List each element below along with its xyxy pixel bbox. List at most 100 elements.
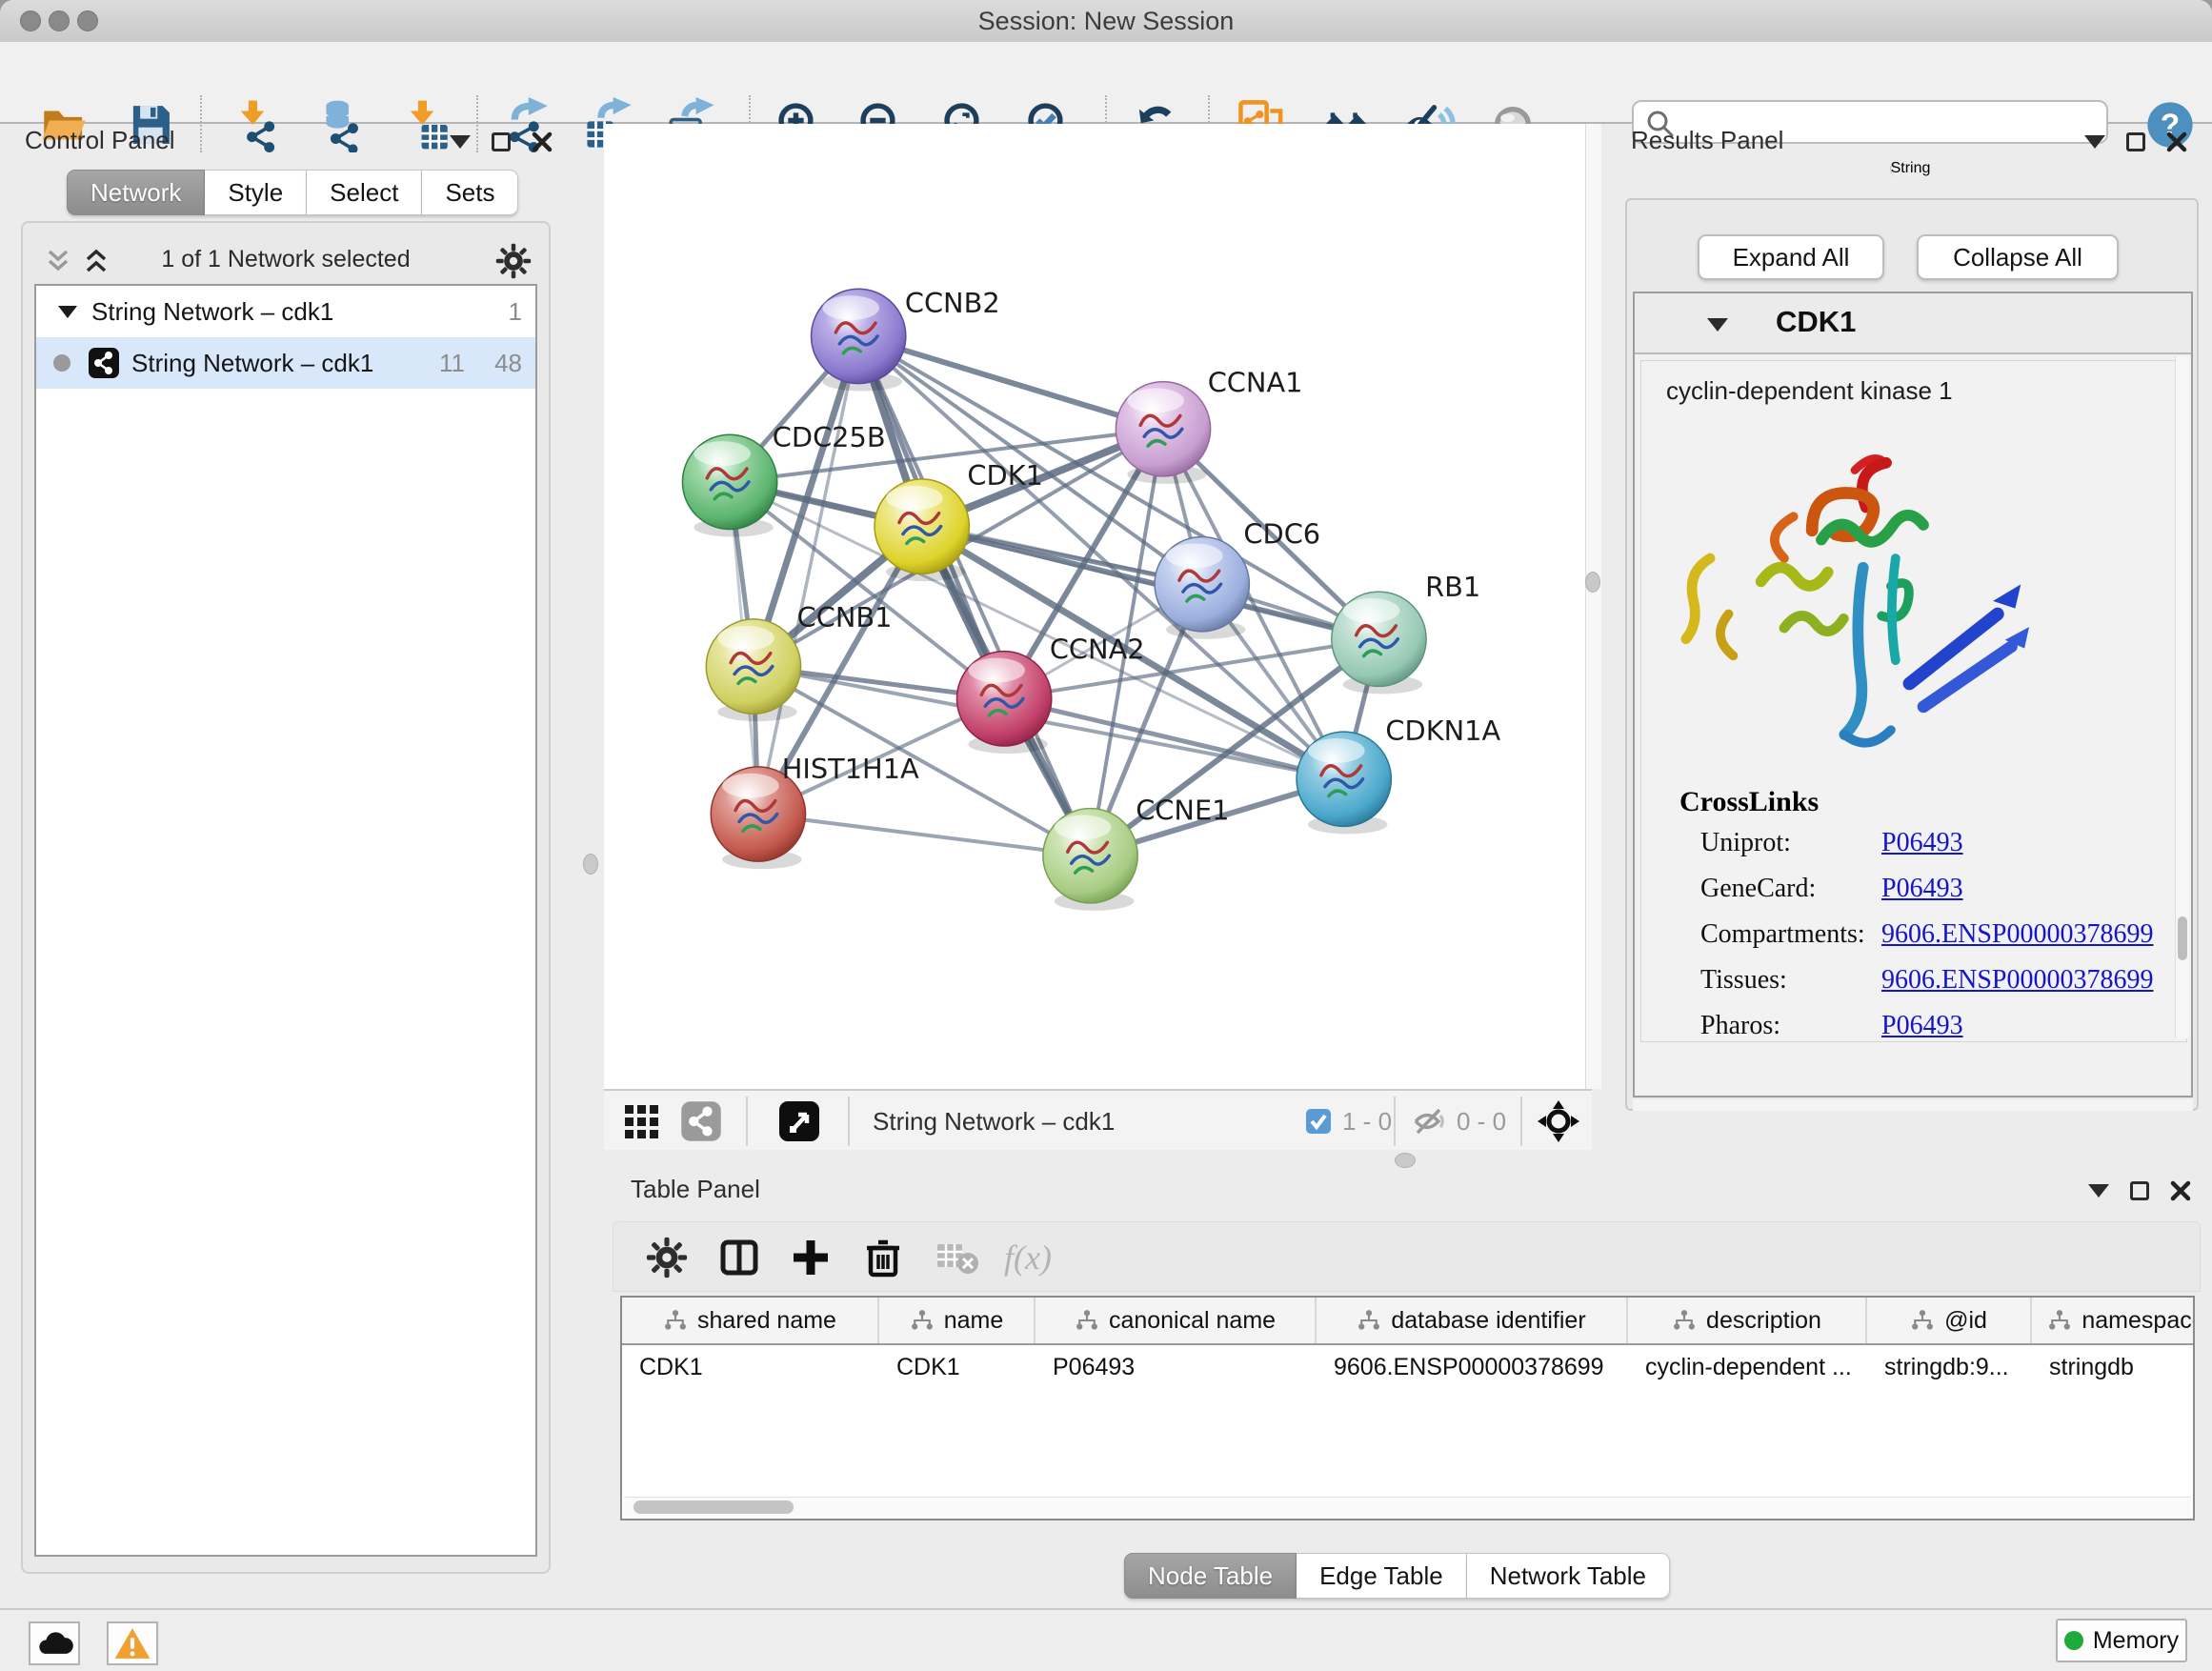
network-share-view-icon[interactable] xyxy=(680,1098,722,1144)
node-label-CCNA2: CCNA2 xyxy=(1050,634,1145,666)
splitter-handle-left[interactable] xyxy=(583,854,598,875)
center-view-icon[interactable] xyxy=(1536,1098,1581,1144)
crosslink-row: Uniprot:P06493 xyxy=(1700,828,2186,858)
crosslink-link[interactable]: P06493 xyxy=(1881,874,1963,904)
function-builder-icon: f(x) xyxy=(999,1230,1056,1285)
crosslink-row: GeneCard:P06493 xyxy=(1700,874,2186,904)
string-results-box: Expand All Collapse All CDK1 cyclin-depe… xyxy=(1625,198,2199,1111)
collection-count: 1 xyxy=(509,297,522,327)
tab-network[interactable]: Network xyxy=(67,170,205,215)
add-column-icon[interactable] xyxy=(782,1230,839,1285)
grid-view-icon[interactable] xyxy=(621,1098,661,1144)
edge-CCNB2-HIST1H1A[interactable] xyxy=(758,336,858,815)
table-cell: stringdb xyxy=(2032,1354,2195,1381)
panel-close-icon[interactable] xyxy=(2170,1180,2191,1201)
show-columns-icon[interactable] xyxy=(711,1230,768,1285)
panel-menu-icon[interactable] xyxy=(2084,135,2105,149)
memory-button[interactable]: Memory xyxy=(2056,1619,2187,1662)
warning-icon xyxy=(113,1626,151,1661)
table-cell: CDK1 xyxy=(879,1354,1036,1381)
edge-HIST1H1A-CCNE1[interactable] xyxy=(758,815,1091,856)
network-label: String Network – cdk1 xyxy=(131,349,373,378)
tab-network-table[interactable]: Network Table xyxy=(1467,1553,1670,1599)
tab-style[interactable]: Style xyxy=(205,170,307,215)
column-header-canonical-name[interactable]: canonical name xyxy=(1036,1298,1317,1343)
node-label-CDC25B: CDC25B xyxy=(773,421,886,453)
table-panel-tabs: Node TableEdge TableNetwork Table xyxy=(1124,1553,1670,1599)
table-panel: Table Panel f(x) xyxy=(604,1165,2212,1601)
panel-close-icon[interactable] xyxy=(532,131,553,152)
results-scrollbar[interactable] xyxy=(2175,356,2189,1038)
network-selection-status: 1 of 1 Network selected xyxy=(23,246,549,273)
string-network-graph[interactable]: CCNB2CCNA1CDC25BCDK1CDC6RB1CCNB1CCNA2CDK… xyxy=(604,124,1585,1089)
table-cell: 9606.ENSP00000378699 xyxy=(1317,1354,1628,1381)
table-hscroll-thumb[interactable] xyxy=(633,1500,794,1514)
crosslink-link[interactable]: 9606.ENSP00000378699 xyxy=(1881,919,2153,950)
tab-edge-table[interactable]: Edge Table xyxy=(1297,1553,1467,1599)
crosslink-row: Tissues:9606.ENSP00000378699 xyxy=(1700,965,2186,996)
network-manager: 1 of 1 Network selected String Network –… xyxy=(21,221,551,1574)
network-edge-count: 48 xyxy=(494,349,522,378)
results-hscrollbar[interactable] xyxy=(1633,1099,2193,1111)
table-settings-gear-icon[interactable] xyxy=(638,1230,695,1285)
collection-expand-icon[interactable] xyxy=(57,303,78,320)
protein-structure-image xyxy=(1668,419,2186,776)
network-view-canvas[interactable]: CCNB2CCNA1CDC25BCDK1CDC6RB1CCNB1CCNA2CDK… xyxy=(604,124,1585,1089)
network-options-gear-icon[interactable] xyxy=(495,243,532,279)
column-header-@id[interactable]: @id xyxy=(1867,1298,2032,1343)
birds-eye-view-icon[interactable] xyxy=(777,1098,821,1144)
network-view-toolbar: String Network – cdk1 1 - 0 0 - 0 xyxy=(604,1089,1592,1150)
crosslinks-heading: CrossLinks xyxy=(1679,786,2186,818)
crosslink-link[interactable]: P06493 xyxy=(1881,828,1963,858)
column-header-namespace[interactable]: namespace xyxy=(2032,1298,2195,1343)
tab-select[interactable]: Select xyxy=(307,170,422,215)
delete-column-icon[interactable] xyxy=(855,1230,912,1285)
tab-node-table[interactable]: Node Table xyxy=(1124,1553,1297,1599)
panel-float-icon[interactable] xyxy=(492,132,511,151)
network-row[interactable]: String Network – cdk1 11 48 xyxy=(36,337,535,389)
node-label-RB1: RB1 xyxy=(1425,571,1480,603)
panel-splitter-vertical[interactable] xyxy=(1585,124,1601,1089)
column-header-shared-name[interactable]: shared name xyxy=(622,1298,879,1343)
string-network-icon xyxy=(88,347,120,379)
tab-string[interactable]: String xyxy=(1890,160,1931,177)
column-header-name[interactable]: name xyxy=(879,1298,1036,1343)
splitter-handle-right[interactable] xyxy=(1585,572,1600,593)
hidden-eye-icon[interactable] xyxy=(1413,1106,1447,1137)
tab-sets[interactable]: Sets xyxy=(422,170,518,215)
table-cell: P06493 xyxy=(1036,1354,1317,1381)
panel-menu-icon[interactable] xyxy=(450,135,471,149)
panel-float-icon[interactable] xyxy=(2130,1181,2149,1200)
crosslinks-section: CrossLinks Uniprot:P06493GeneCard:P06493… xyxy=(1679,786,2186,1041)
footer-separator xyxy=(1394,1097,1396,1146)
memory-label: Memory xyxy=(2093,1627,2179,1655)
node-label-CCNA1: CCNA1 xyxy=(1208,367,1303,399)
crosslink-label: GeneCard: xyxy=(1700,874,1881,904)
collapse-all-button[interactable]: Collapse All xyxy=(1917,234,2119,280)
memory-status-dot xyxy=(2064,1631,2083,1650)
column-header-database-identifier[interactable]: database identifier xyxy=(1317,1298,1628,1343)
crosslink-link[interactable]: P06493 xyxy=(1881,1011,1963,1041)
results-panel-title: Results Panel xyxy=(1631,126,1783,155)
protein-card-header[interactable]: CDK1 xyxy=(1635,293,2191,354)
splitter-handle-bottom[interactable] xyxy=(1395,1153,1416,1168)
protein-description: cyclin-dependent kinase 1 xyxy=(1666,376,2186,406)
panel-float-icon[interactable] xyxy=(2126,132,2145,151)
table-row[interactable]: CDK1CDK1P064939606.ENSP00000378699cyclin… xyxy=(622,1345,2193,1389)
crosslink-link[interactable]: 9606.ENSP00000378699 xyxy=(1881,965,2153,996)
collapse-protein-icon[interactable] xyxy=(1707,318,1728,332)
network-collection-row[interactable]: String Network – cdk1 1 xyxy=(36,286,535,337)
selected-checkbox-icon[interactable] xyxy=(1304,1107,1333,1136)
panel-menu-icon[interactable] xyxy=(2088,1184,2109,1198)
window-title: Session: New Session xyxy=(0,7,2212,36)
delete-table-icon[interactable] xyxy=(929,1230,986,1285)
expand-all-button[interactable]: Expand All xyxy=(1698,234,1884,280)
table-hscrollbar[interactable] xyxy=(624,1497,2191,1517)
panel-close-icon[interactable] xyxy=(2166,131,2187,152)
node-table[interactable]: shared namenamecanonical namedatabase id… xyxy=(620,1296,2195,1520)
node-label-CCNE1: CCNE1 xyxy=(1136,794,1229,826)
column-header-description[interactable]: description xyxy=(1628,1298,1867,1343)
table-header-row: shared namenamecanonical namedatabase id… xyxy=(622,1298,2193,1345)
warnings-button[interactable] xyxy=(107,1621,158,1665)
cloud-status-button[interactable] xyxy=(29,1621,80,1665)
